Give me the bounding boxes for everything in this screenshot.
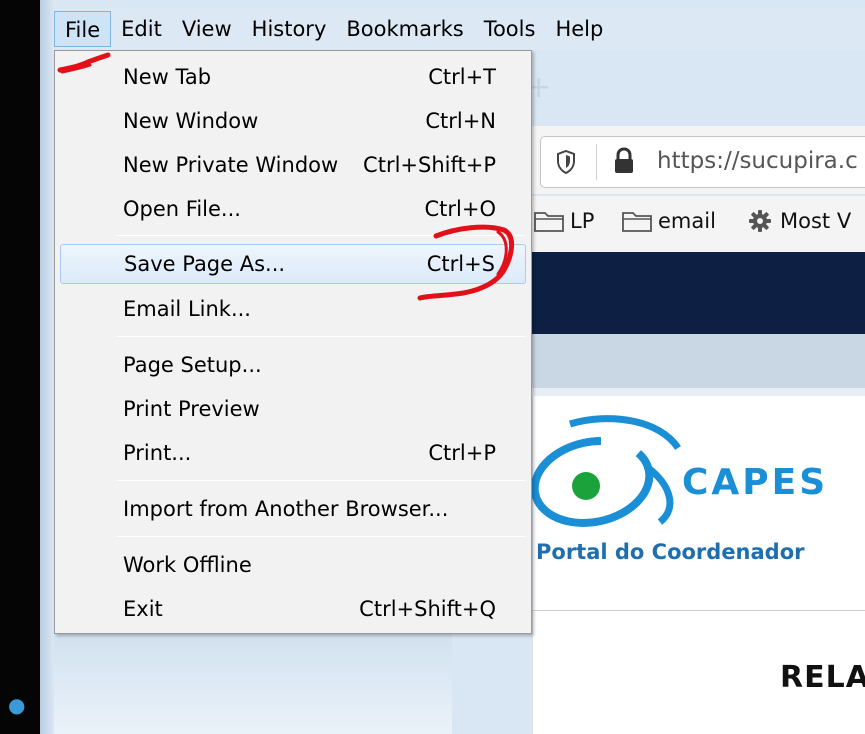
menu-item-new-private-window[interactable]: New Private Window Ctrl+Shift+P — [60, 145, 526, 185]
portal-subtitle: Portal do Coordenador — [536, 540, 805, 564]
page-top-border — [532, 388, 865, 396]
menu-item-print[interactable]: Print... Ctrl+P — [60, 433, 526, 473]
menu-item-new-window[interactable]: New Window Ctrl+N — [60, 101, 526, 141]
menu-bar: File Edit View History Bookmarks Tools H… — [54, 8, 865, 50]
red-annotation-stroke — [57, 52, 111, 74]
menu-separator — [117, 536, 525, 537]
site-subheader-band — [532, 334, 865, 388]
menu-history[interactable]: History — [242, 11, 337, 47]
menu-view[interactable]: View — [172, 11, 242, 47]
bookmark-email[interactable]: email — [622, 209, 716, 233]
menu-bookmarks[interactable]: Bookmarks — [336, 11, 473, 47]
window-border — [40, 0, 54, 734]
page-side-background — [54, 634, 452, 734]
capes-logo-text: CAPES — [682, 462, 829, 503]
menu-separator — [117, 336, 525, 337]
folder-icon — [622, 212, 652, 232]
lock-icon[interactable] — [612, 147, 636, 175]
site-header-band — [532, 252, 865, 334]
menu-item-print-preview[interactable]: Print Preview — [60, 389, 526, 429]
desktop-edge — [0, 0, 40, 734]
folder-icon — [534, 212, 564, 232]
menu-item-page-setup[interactable]: Page Setup... — [60, 345, 526, 385]
red-annotation-circle — [417, 224, 514, 301]
menu-item-exit[interactable]: Exit Ctrl+Shift+Q — [60, 589, 526, 629]
menu-item-import-browser[interactable]: Import from Another Browser... — [60, 489, 526, 529]
menu-tools[interactable]: Tools — [474, 11, 546, 47]
url-separator — [596, 144, 597, 180]
bookmark-most-visited[interactable]: Most V — [748, 209, 851, 233]
desktop-icon-fragment: ● — [8, 693, 26, 717]
menu-file[interactable]: File — [54, 11, 112, 47]
page-divider — [532, 610, 865, 611]
menu-item-new-tab[interactable]: New Tab Ctrl+T — [60, 57, 526, 97]
url-text[interactable]: https://sucupira.c — [657, 148, 858, 174]
menu-help[interactable]: Help — [545, 11, 613, 47]
page-heading: RELA — [780, 660, 865, 695]
file-menu-dropdown: New Tab Ctrl+T New Window Ctrl+N New Pri… — [54, 50, 532, 634]
bookmark-lp[interactable]: LP — [534, 209, 594, 233]
menu-item-work-offline[interactable]: Work Offline — [60, 545, 526, 585]
gear-icon — [749, 210, 771, 232]
menu-edit[interactable]: Edit — [111, 11, 172, 47]
shield-icon[interactable] — [556, 150, 576, 174]
menu-separator — [117, 480, 525, 481]
